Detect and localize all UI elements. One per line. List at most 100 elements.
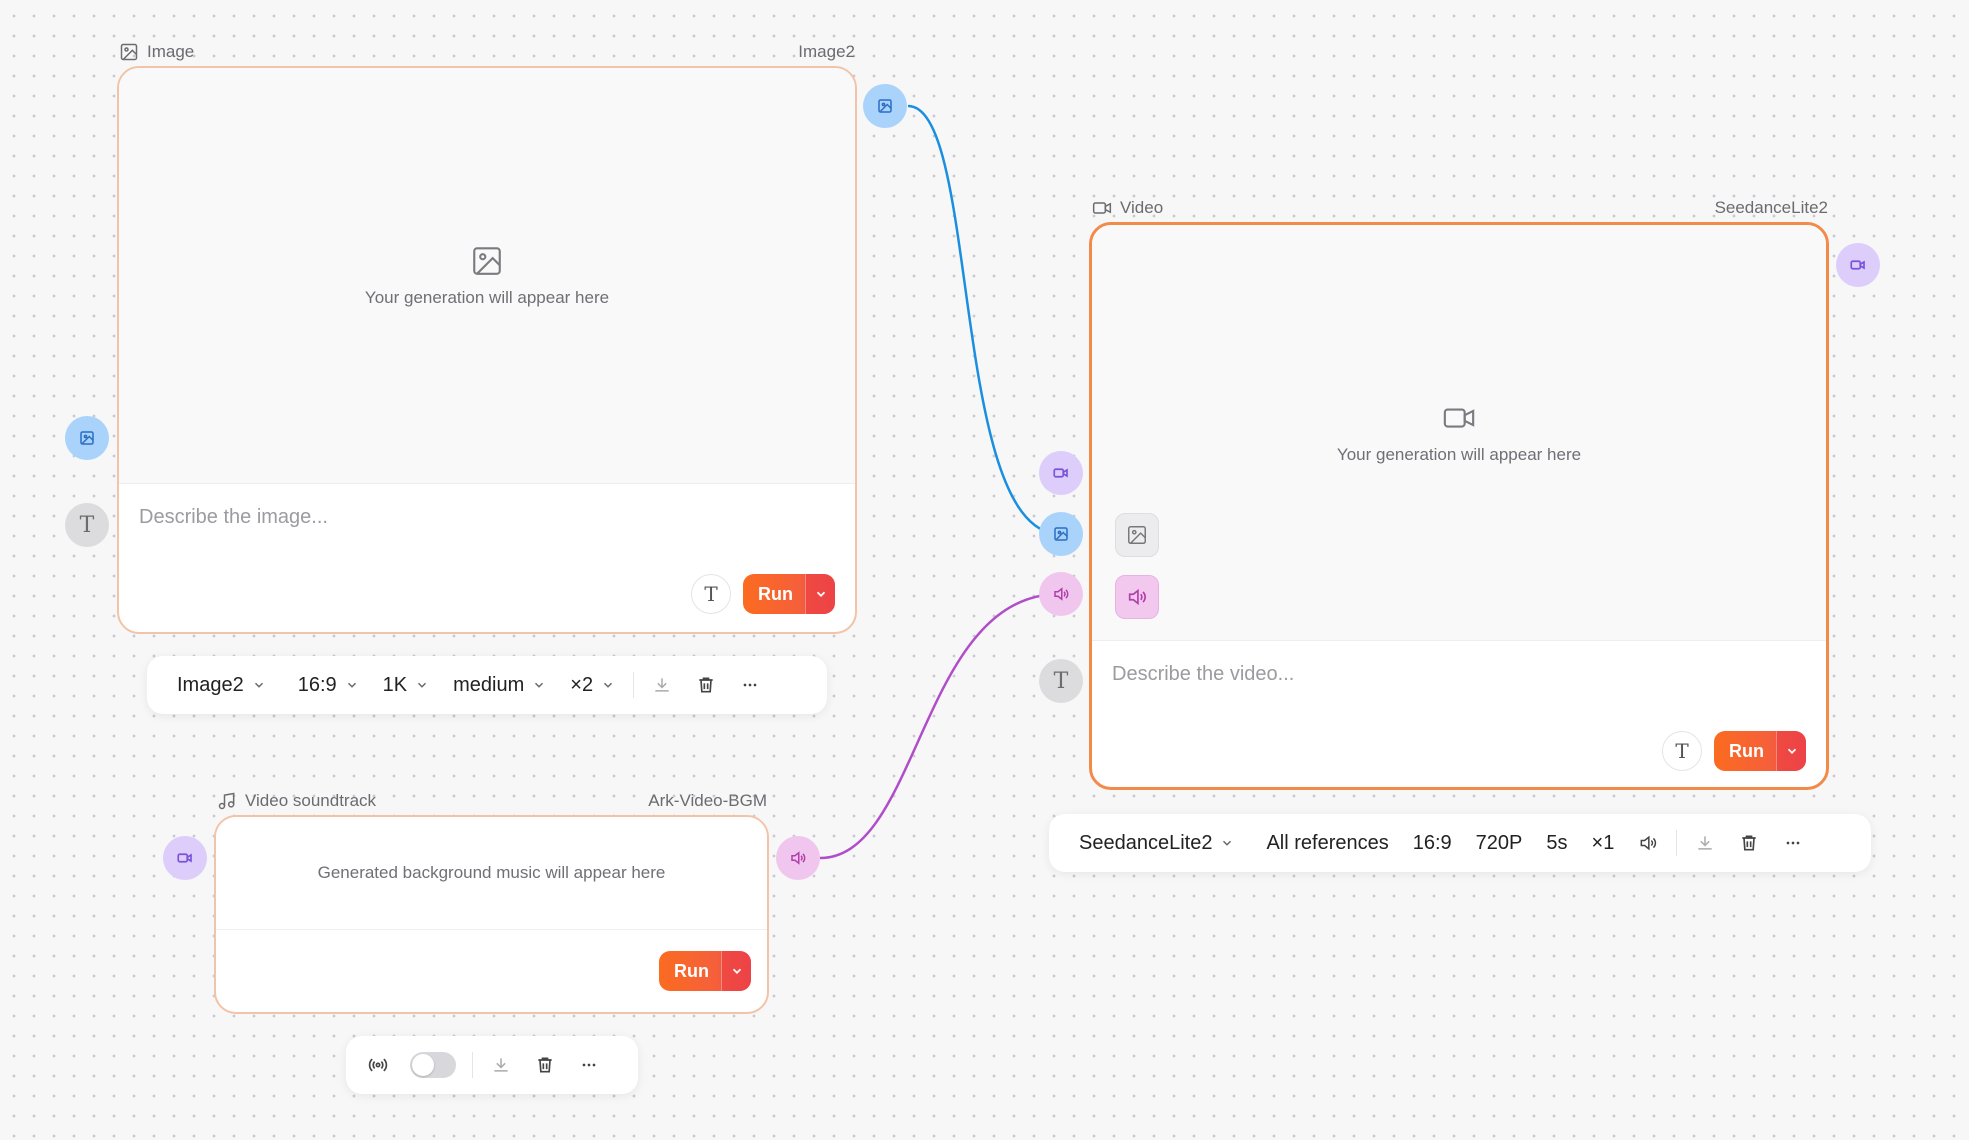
video-image-reference-chip[interactable] bbox=[1115, 513, 1159, 557]
image-run-button[interactable]: Run bbox=[743, 574, 835, 614]
video-camera-icon bbox=[177, 853, 192, 863]
image-model-value: Image2 bbox=[177, 673, 244, 696]
video-model-value: SeedanceLite2 bbox=[1079, 831, 1213, 854]
image-count-value: ×2 bbox=[570, 673, 594, 696]
image-icon bbox=[1128, 526, 1146, 544]
soundtrack-delete-button[interactable] bbox=[523, 1055, 567, 1075]
soundtrack-node-title: Video soundtrack bbox=[245, 791, 377, 810]
image-icon bbox=[80, 431, 94, 445]
image-icon bbox=[120, 43, 138, 61]
trash-icon bbox=[699, 677, 713, 693]
image-output-handle[interactable] bbox=[863, 84, 907, 128]
image-count-select[interactable]: ×2 bbox=[558, 674, 627, 697]
image-aspect-select[interactable]: 16:9 bbox=[278, 674, 371, 697]
video-duration-select[interactable]: 5s bbox=[1534, 832, 1579, 855]
soundtrack-node-card[interactable]: Generated background music will appear h… bbox=[214, 815, 769, 1014]
image-node-card[interactable]: Your generation will appear here Describ… bbox=[117, 66, 857, 634]
video-text-tool-button[interactable]: T bbox=[1662, 731, 1702, 771]
video-placeholder-icon bbox=[1443, 407, 1475, 428]
image-delete-button[interactable] bbox=[684, 675, 728, 695]
image-node-header: Image Image2 bbox=[119, 41, 855, 63]
image-preview-area: Your generation will appear here bbox=[119, 68, 855, 484]
video-audio-toggle-button[interactable] bbox=[1626, 833, 1670, 853]
video-input-video-handle[interactable] bbox=[1039, 451, 1083, 495]
video-placeholder-text: Your generation will appear here bbox=[1336, 444, 1582, 464]
video-camera-icon bbox=[1092, 202, 1112, 214]
chevron-down-icon bbox=[1787, 748, 1796, 754]
soundtrack-download-button[interactable] bbox=[479, 1055, 523, 1075]
video-camera-icon bbox=[1850, 260, 1865, 270]
more-icon bbox=[582, 1063, 596, 1067]
speaker-icon bbox=[1640, 835, 1657, 851]
video-resolution-select[interactable]: 720P bbox=[1464, 832, 1535, 855]
soundtrack-placeholder-text: Generated background music will appear h… bbox=[317, 863, 666, 882]
soundtrack-run-button[interactable]: Run bbox=[659, 951, 751, 991]
soundtrack-node-header: Video soundtrack Ark-Video-BGM bbox=[217, 790, 767, 812]
video-duration-value: 5s bbox=[1546, 831, 1568, 854]
image-text-input-handle[interactable]: T bbox=[65, 503, 109, 547]
video-preview-area: Your generation will appear here bbox=[1092, 225, 1826, 641]
video-delete-button[interactable] bbox=[1727, 833, 1771, 853]
soundtrack-input-video-handle[interactable] bbox=[163, 836, 207, 880]
image-quality-select[interactable]: medium bbox=[441, 674, 558, 697]
download-icon bbox=[494, 1058, 508, 1072]
more-icon bbox=[1786, 841, 1800, 845]
chevron-down-icon bbox=[535, 682, 544, 688]
video-audio-reference-chip[interactable] bbox=[1115, 575, 1159, 619]
video-download-button[interactable] bbox=[1683, 833, 1727, 853]
video-input-audio-handle[interactable] bbox=[1039, 572, 1083, 616]
image-run-label[interactable]: Run bbox=[743, 574, 805, 614]
video-count-value: ×1 bbox=[1591, 831, 1615, 854]
video-prompt-input[interactable]: Describe the video... bbox=[1112, 663, 1294, 686]
image-text-tool-button[interactable]: T bbox=[691, 574, 731, 614]
soundtrack-output-audio-handle[interactable] bbox=[776, 836, 820, 880]
broadcast-icon bbox=[368, 1058, 388, 1072]
video-text-input-handle[interactable]: T bbox=[1039, 659, 1083, 703]
speaker-icon bbox=[1128, 588, 1146, 606]
image-model-select[interactable]: Image2 bbox=[165, 674, 278, 697]
trash-icon bbox=[538, 1057, 552, 1073]
image-resolution-select[interactable]: 1K bbox=[371, 674, 441, 697]
image-prompt-input[interactable]: Describe the image... bbox=[139, 506, 328, 529]
video-toolbar: SeedanceLite2 All references 16:9 720P 5… bbox=[1049, 814, 1871, 872]
video-model-select[interactable]: SeedanceLite2 bbox=[1067, 832, 1246, 855]
video-more-button[interactable] bbox=[1771, 833, 1815, 853]
video-aspect-select[interactable]: 16:9 bbox=[1401, 832, 1464, 855]
soundtrack-more-button[interactable] bbox=[567, 1055, 611, 1075]
soundtrack-toolbar bbox=[346, 1036, 638, 1094]
image-input-handle[interactable] bbox=[65, 416, 109, 460]
video-aspect-value: 16:9 bbox=[1412, 831, 1452, 854]
video-run-label[interactable]: Run bbox=[1714, 731, 1776, 771]
chevron-down-icon bbox=[732, 968, 741, 974]
image-node-model: Image2 bbox=[798, 42, 855, 61]
video-references-select[interactable]: All references bbox=[1246, 832, 1400, 855]
image-run-dropdown[interactable] bbox=[805, 574, 835, 614]
video-run-dropdown[interactable] bbox=[1776, 731, 1806, 771]
trash-icon bbox=[1742, 835, 1756, 851]
soundtrack-node-model: Ark-Video-BGM bbox=[648, 791, 767, 810]
video-run-button[interactable]: Run bbox=[1714, 731, 1806, 771]
video-node-header: Video SeedanceLite2 bbox=[1092, 197, 1828, 219]
chevron-down-icon bbox=[347, 682, 356, 688]
chevron-down-icon bbox=[1223, 840, 1232, 846]
music-note-icon bbox=[218, 792, 235, 810]
image-quality-value: medium bbox=[453, 673, 525, 696]
soundtrack-toggle-switch[interactable] bbox=[410, 1052, 456, 1078]
soundtrack-run-dropdown[interactable] bbox=[721, 951, 751, 991]
image-more-button[interactable] bbox=[728, 675, 772, 695]
chevron-down-icon bbox=[418, 682, 427, 688]
broadcast-button[interactable] bbox=[356, 1055, 400, 1075]
image-placeholder-text: Your generation will appear here bbox=[364, 287, 610, 307]
image-aspect-value: 16:9 bbox=[297, 673, 337, 696]
toolbar-divider bbox=[1676, 830, 1678, 856]
video-node-card[interactable]: Your generation will appear here Describ… bbox=[1089, 222, 1829, 790]
image-download-button[interactable] bbox=[640, 675, 684, 695]
edge-soundtrack-to-video[interactable] bbox=[819, 592, 1061, 860]
video-output-handle[interactable] bbox=[1836, 243, 1880, 287]
video-count-select[interactable]: ×1 bbox=[1580, 832, 1627, 855]
download-icon bbox=[1698, 836, 1712, 850]
edge-image-to-video[interactable] bbox=[907, 104, 1061, 536]
soundtrack-run-label[interactable]: Run bbox=[659, 951, 721, 991]
chevron-down-icon bbox=[604, 682, 613, 688]
video-input-image-handle[interactable] bbox=[1039, 512, 1083, 556]
